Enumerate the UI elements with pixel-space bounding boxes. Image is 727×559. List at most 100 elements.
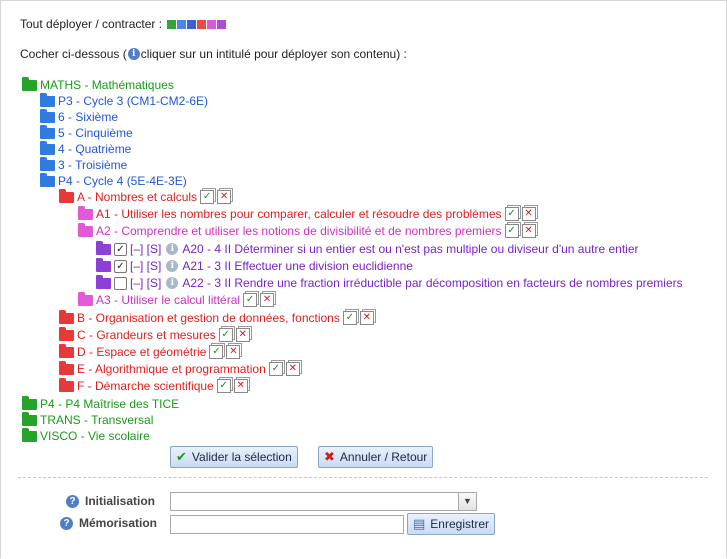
uncheck-all-icon[interactable]: ✕ — [521, 207, 536, 221]
info-icon[interactable]: i — [166, 243, 179, 255]
check-all-icon[interactable]: ✓ — [342, 311, 357, 325]
folder-icon — [59, 309, 74, 324]
tree-label[interactable]: E - Algorithmique et programmation — [77, 362, 266, 376]
check-all-icon[interactable]: ✓ — [243, 293, 258, 307]
expand-level-3-icon[interactable] — [187, 19, 197, 29]
expand-level-1-icon[interactable] — [167, 19, 177, 29]
uncheck-all-icon[interactable]: ✕ — [226, 345, 241, 359]
tree-label[interactable]: 4 - Quatrième — [58, 142, 131, 156]
tree-label[interactable]: A3 - Utiliser le calcul littéral — [96, 293, 240, 307]
checkmark-icon: ✔ — [176, 449, 187, 464]
expand-level-2-icon[interactable] — [177, 19, 187, 29]
info-icon[interactable]: i — [166, 277, 179, 289]
tree-label[interactable]: 6 - Sixième — [58, 110, 118, 124]
uncheck-all-icon[interactable]: ✕ — [260, 293, 275, 307]
save-icon: ▤ — [413, 516, 426, 531]
folder-icon — [59, 343, 74, 358]
validate-selection-button[interactable]: ✔ Valider la sélection — [170, 446, 298, 468]
item-a21-checkbox[interactable]: ✓ — [114, 259, 127, 273]
tree-node-visco[interactable]: VISCO - Vie scolaire — [22, 427, 150, 443]
tree-node-d[interactable]: D - Espace et géométrie ✓ ✕ — [59, 343, 241, 359]
expand-level-5-icon[interactable] — [207, 19, 217, 29]
init-label: Initialisation — [85, 494, 156, 508]
folder-icon — [78, 291, 93, 306]
tree-node-trans[interactable]: TRANS - Transversal — [22, 411, 153, 427]
tree-node-troisieme[interactable]: 3 - Troisième — [40, 156, 127, 172]
uncheck-all-icon[interactable]: ✕ — [359, 311, 374, 325]
folder-icon — [59, 326, 74, 341]
tree-node-cinquieme[interactable]: 5 - Cinquième — [40, 124, 133, 140]
tree-node-p4tice[interactable]: P4 - P4 Maîtrise des TICE — [22, 395, 179, 411]
item-a21: ✓ [–] [S] i A21 - 3 II Effectuer une div… — [96, 257, 413, 273]
tree-label[interactable]: D - Espace et géométrie — [77, 345, 206, 359]
tree-node-a1[interactable]: A1 - Utiliser les nombres pour comparer,… — [78, 205, 536, 221]
tree-node-p4[interactable]: P4 - Cycle 4 (5E-4E-3E) — [40, 172, 187, 188]
check-all-icon[interactable]: ✓ — [504, 224, 519, 238]
tree-label[interactable]: C - Grandeurs et mesures — [77, 328, 216, 342]
check-all-icon[interactable]: ✓ — [504, 207, 519, 221]
tree-node-quatrieme[interactable]: 4 - Quatrième — [40, 140, 131, 156]
memo-input[interactable] — [170, 515, 404, 534]
item-a21-prefix: [–] [S] — [130, 259, 162, 273]
instructions-text-end: cliquer sur un intitulé pour déployer so… — [140, 47, 407, 61]
tree-label[interactable]: P4 - P4 Maîtrise des TICE — [40, 397, 179, 411]
check-all-icon[interactable]: ✓ — [200, 190, 215, 204]
tree-label[interactable]: TRANS - Transversal — [40, 413, 153, 427]
save-button[interactable]: ▤ Enregistrer — [407, 513, 495, 535]
tree-node-p3[interactable]: P3 - Cycle 3 (CM1-CM2-6E) — [40, 92, 208, 108]
info-icon[interactable]: i — [166, 260, 179, 272]
close-icon: ✖ — [324, 449, 335, 464]
folder-icon — [59, 377, 74, 392]
cancel-button[interactable]: ✖ Annuler / Retour — [318, 446, 434, 468]
tree-label[interactable]: VISCO - Vie scolaire — [40, 429, 150, 443]
tree-label[interactable]: A - Nombres et calculs — [77, 190, 197, 204]
expand-level-4-icon[interactable] — [197, 19, 207, 29]
expand-collapse-label: Tout déployer / contracter : — [20, 17, 163, 31]
init-select[interactable]: ▼ — [170, 492, 477, 511]
tree-node-a3[interactable]: A3 - Utiliser le calcul littéral ✓ ✕ — [78, 291, 275, 307]
tree-node-a[interactable]: A - Nombres et calculs ✓ ✕ — [59, 188, 232, 204]
uncheck-all-icon[interactable]: ✕ — [285, 362, 300, 376]
tree-label[interactable]: 3 - Troisième — [58, 158, 127, 172]
tree-node-f[interactable]: F - Démarche scientifique ✓ ✕ — [59, 377, 248, 393]
separator — [18, 477, 708, 478]
item-a22-checkbox[interactable] — [114, 276, 127, 290]
uncheck-all-icon[interactable]: ✕ — [217, 190, 232, 204]
tree-node-c[interactable]: C - Grandeurs et mesures ✓ ✕ — [59, 326, 250, 342]
item-a20-checkbox[interactable]: ✓ — [114, 242, 127, 256]
item-a22-label[interactable]: A22 - 3 II Rendre une fraction irréducti… — [182, 276, 682, 290]
tree-label[interactable]: 5 - Cinquième — [58, 126, 133, 140]
help-icon[interactable]: ? — [66, 494, 79, 508]
tree-node-b[interactable]: B - Organisation et gestion de données, … — [59, 309, 374, 325]
check-all-icon[interactable]: ✓ — [209, 345, 224, 359]
uncheck-all-icon[interactable]: ✕ — [521, 224, 536, 238]
tree-label[interactable]: A1 - Utiliser les nombres pour comparer,… — [96, 207, 502, 221]
chevron-down-icon: ▼ — [458, 493, 476, 510]
item-a20-label[interactable]: A20 - 4 II Déterminer si un entier est o… — [182, 242, 638, 256]
item-a20: ✓ [–] [S] i A20 - 4 II Déterminer si un … — [96, 240, 639, 256]
tree-label[interactable]: B - Organisation et gestion de données, … — [77, 311, 340, 325]
folder-icon — [40, 140, 55, 155]
item-a20-prefix: [–] [S] — [130, 242, 162, 256]
tree-label[interactable]: A2 - Comprendre et utiliser les notions … — [96, 224, 502, 238]
uncheck-all-icon[interactable]: ✕ — [235, 328, 250, 342]
tree-label[interactable]: P3 - Cycle 3 (CM1-CM2-6E) — [58, 94, 208, 108]
item-a21-label[interactable]: A21 - 3 II Effectuer une division euclid… — [182, 259, 413, 273]
tree-node-e[interactable]: E - Algorithmique et programmation ✓ ✕ — [59, 360, 300, 376]
expand-level-6-icon[interactable] — [217, 19, 227, 29]
folder-icon — [78, 222, 93, 237]
help-icon[interactable]: ? — [60, 516, 73, 530]
tree-label[interactable]: F - Démarche scientifique — [77, 379, 214, 393]
item-a22: [–] [S] i A22 - 3 II Rendre une fraction… — [96, 274, 683, 290]
check-all-icon[interactable]: ✓ — [268, 362, 283, 376]
tree-label[interactable]: P4 - Cycle 4 (5E-4E-3E) — [58, 174, 187, 188]
uncheck-all-icon[interactable]: ✕ — [233, 379, 248, 393]
tree-node-sixieme[interactable]: 6 - Sixième — [40, 108, 118, 124]
check-all-icon[interactable]: ✓ — [218, 328, 233, 342]
folder-icon — [96, 274, 111, 289]
tree-node-maths[interactable]: MATHS - Mathématiques — [22, 76, 174, 92]
check-all-icon[interactable]: ✓ — [216, 379, 231, 393]
folder-icon — [22, 395, 37, 410]
tree-label[interactable]: MATHS - Mathématiques — [40, 78, 174, 92]
tree-node-a2[interactable]: A2 - Comprendre et utiliser les notions … — [78, 222, 536, 238]
